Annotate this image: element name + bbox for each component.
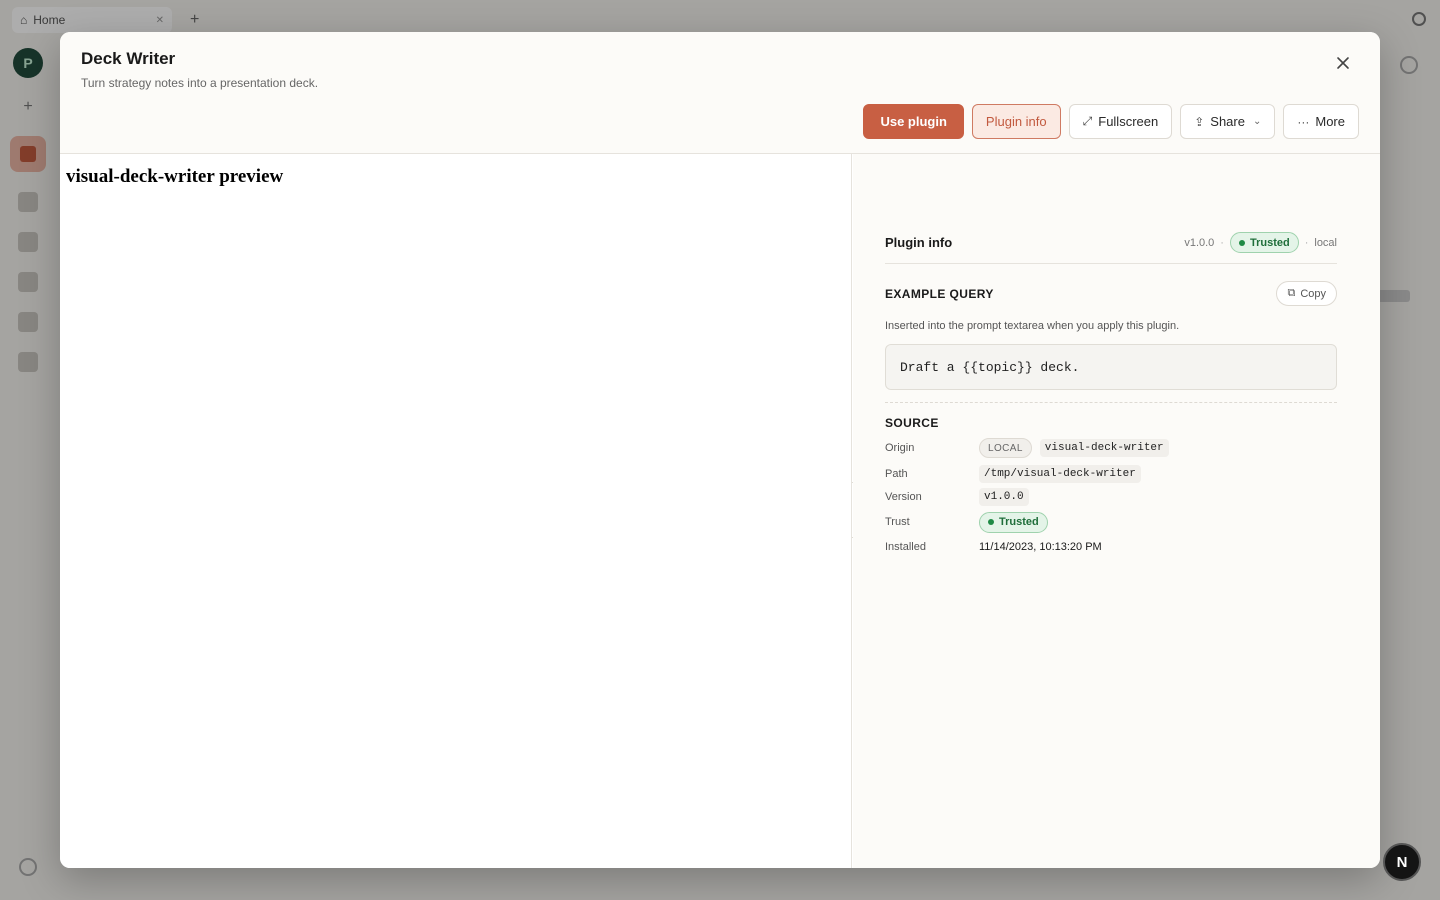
trust-value-badge: Trusted <box>979 511 1048 533</box>
origin-label: Origin <box>885 442 915 454</box>
origin-short-text: local <box>1314 236 1337 249</box>
copy-button[interactable]: ⧉ Copy <box>1276 281 1337 306</box>
copy-icon: ⧉ <box>1287 287 1296 299</box>
fullscreen-button[interactable]: ⤢ Fullscreen <box>1068 104 1173 139</box>
source-row-installed: Installed 11/14/2023, 10:13:20 PM <box>885 536 1337 558</box>
installed-value: 11/14/2023, 10:13:20 PM <box>979 541 1102 553</box>
example-query-box[interactable]: Draft a {{topic}} deck. <box>885 344 1337 390</box>
preview-heading: visual-deck-writer preview <box>66 166 284 187</box>
fullscreen-label: Fullscreen <box>1098 114 1159 129</box>
ellipsis-icon: ··· <box>1297 114 1310 129</box>
example-query-description: Inserted into the prompt textarea when y… <box>885 320 1180 332</box>
source-row-version: Version v1.0.0 <box>885 486 1337 508</box>
share-button[interactable]: ⇪ Share ⌄ <box>1180 104 1276 139</box>
modal-header: Deck Writer Turn strategy notes into a p… <box>60 32 1380 154</box>
status-dot-icon <box>1238 239 1245 246</box>
version-label: Version <box>885 491 922 503</box>
modal-actions: Use plugin Plugin info ⤢ Fullscreen ⇪ Sh… <box>863 104 1359 139</box>
plugin-preview: visual-deck-writer preview <box>60 154 852 868</box>
source-row-origin: Origin LOCAL visual-deck-writer <box>885 437 1337 459</box>
source-row-path: Path /tmp/visual-deck-writer <box>885 463 1337 485</box>
origin-chip: LOCAL <box>979 438 1032 458</box>
path-value: /tmp/visual-deck-writer <box>979 465 1141 483</box>
info-title: Plugin info <box>885 235 953 250</box>
share-icon: ⇪ <box>1194 114 1205 129</box>
more-label: More <box>1315 114 1345 129</box>
share-label: Share <box>1210 114 1245 129</box>
section-divider <box>885 402 1337 403</box>
more-button[interactable]: ··· More <box>1283 104 1359 139</box>
chevron-down-icon: ⌄ <box>1252 116 1262 127</box>
info-meta: v1.0.0 · Trusted · local <box>1184 232 1337 253</box>
use-plugin-button[interactable]: Use plugin <box>863 104 964 139</box>
separator-dot: · <box>1220 236 1224 249</box>
close-button[interactable] <box>1332 52 1354 74</box>
version-value: v1.0.0 <box>979 488 1029 506</box>
copy-label: Copy <box>1300 287 1326 300</box>
separator-dot: · <box>1304 236 1309 249</box>
corner-badge[interactable]: N <box>1383 843 1421 881</box>
plugin-info-button[interactable]: Plugin info <box>971 104 1061 139</box>
path-label: Path <box>885 468 908 480</box>
installed-label: Installed <box>885 541 926 553</box>
source-row-trust: Trust Trusted <box>885 510 1337 534</box>
source-title: SOURCE <box>885 416 939 430</box>
trust-label: Trust <box>885 516 910 528</box>
example-query-text: Draft a {{topic}} deck. <box>900 359 1080 375</box>
modal-title: Deck Writer <box>81 49 176 68</box>
plugin-info-panel: Plugin info v1.0.0 · Trusted · local EXA… <box>853 154 1380 868</box>
status-dot-icon <box>988 519 994 525</box>
example-query-header: EXAMPLE QUERY ⧉ Copy <box>885 281 1337 306</box>
info-header: Plugin info v1.0.0 · Trusted · local <box>885 232 1337 264</box>
trust-value: Trusted <box>999 516 1039 528</box>
close-icon <box>1337 57 1349 69</box>
modal-subtitle: Turn strategy notes into a presentation … <box>81 76 319 90</box>
version-text: v1.0.0 <box>1184 236 1215 249</box>
trusted-badge-label: Trusted <box>1249 236 1290 249</box>
trusted-badge: Trusted <box>1229 232 1299 253</box>
origin-value: visual-deck-writer <box>1039 439 1169 457</box>
expand-icon: ⤢ <box>1082 114 1093 128</box>
plugin-modal: Deck Writer Turn strategy notes into a p… <box>60 32 1380 868</box>
example-query-title: EXAMPLE QUERY <box>885 286 994 301</box>
